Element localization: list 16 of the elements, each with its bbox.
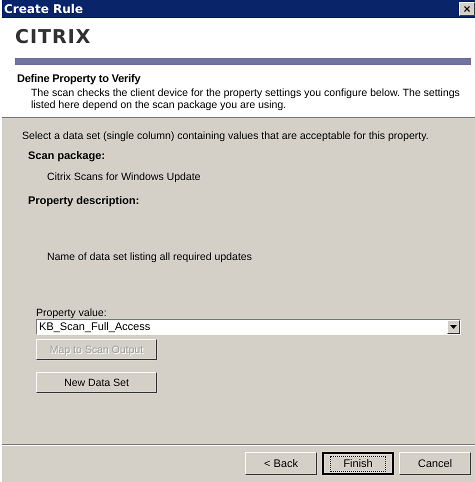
page-description: The scan checks the client device for the property settings you configure below. The settings listed here depend on the scan package you are using. [31,87,461,111]
section-label: Property description: [28,195,140,207]
field-label: Property value: [36,307,107,319]
section-value: Citrix Scans for Windows Update [47,171,200,183]
window-title: Create Rule [4,2,84,16]
action-button[interactable]: New Data Set [36,372,157,393]
section-label: Scan package: [28,150,106,162]
wizard-button[interactable]: Finish [322,452,394,475]
instruction-text: Select a data set (single column) containing values that are acceptable for this property. [22,130,430,142]
wizard-button[interactable]: < Back [245,452,317,475]
section-value: Name of data set listing all required updates [47,251,252,263]
close-button[interactable]: × [459,2,475,16]
logo: CITRIX [15,25,92,50]
page-heading: Define Property to Verify [17,73,142,85]
property-value-dropdown[interactable]: KB_Scan_Full_Access [36,319,461,335]
wizard-button[interactable]: Cancel [399,452,471,475]
